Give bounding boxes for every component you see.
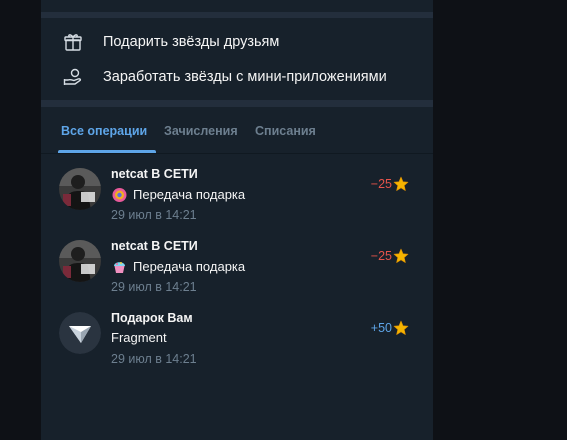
gift-stars-action[interactable]: Подарить звёзды друзьям xyxy=(41,25,433,59)
transaction-date: 29 июл в 14:21 xyxy=(111,352,197,366)
amount-value: +50 xyxy=(370,321,392,335)
transaction-subtitle-text: Передача подарка xyxy=(133,187,246,202)
transaction-subtitle-text: Передача подарка xyxy=(133,259,246,274)
transaction-row[interactable]: netcat В СЕТИ Передача подарка 29 июл в … xyxy=(41,232,433,294)
transaction-subtitle: Fragment xyxy=(111,330,167,345)
divider xyxy=(41,100,433,107)
amount-value: −25 xyxy=(370,177,392,191)
transaction-subtitle: Передача подарка xyxy=(111,186,245,203)
transaction-title: netcat В СЕТИ xyxy=(111,239,198,253)
earn-stars-action[interactable]: Заработать звёзды с мини-приложениями xyxy=(41,60,433,94)
transaction-subtitle: Передача подарка xyxy=(111,258,245,275)
transaction-date: 29 июл в 14:21 xyxy=(111,280,197,294)
active-tab-indicator xyxy=(58,150,156,153)
transaction-title: Подарок Вам xyxy=(111,311,193,325)
transaction-tabs: Все операции Зачисления Списания xyxy=(41,110,433,154)
amount-value: −25 xyxy=(370,249,392,263)
transaction-date: 29 июл в 14:21 xyxy=(111,208,197,222)
gift-ball-icon xyxy=(112,188,127,202)
transaction-subtitle-text: Fragment xyxy=(111,330,167,345)
transaction-amount: −25 xyxy=(371,176,409,192)
star-icon xyxy=(393,320,409,335)
gift-icon xyxy=(63,32,83,52)
tab-incoming[interactable]: Зачисления xyxy=(164,124,238,138)
stars-panel: Подарить звёзды друзьям Заработать звёзд… xyxy=(41,0,433,440)
star-icon xyxy=(393,248,409,263)
avatar xyxy=(59,168,101,210)
cupcake-icon xyxy=(114,262,125,273)
tab-outgoing[interactable]: Списания xyxy=(255,124,316,138)
tab-all-operations[interactable]: Все операции xyxy=(61,124,147,138)
star-icon xyxy=(393,176,409,191)
transaction-title: netcat В СЕТИ xyxy=(111,167,198,181)
avatar xyxy=(59,240,101,282)
divider xyxy=(41,12,433,18)
transaction-row[interactable]: netcat В СЕТИ Передача подарка 29 июл в … xyxy=(41,160,433,222)
fragment-logo xyxy=(59,312,101,354)
hand-coin-icon xyxy=(63,67,83,87)
earn-stars-label: Заработать звёзды с мини-приложениями xyxy=(103,69,387,85)
transaction-amount: −25 xyxy=(371,248,409,264)
gift-stars-label: Подарить звёзды друзьям xyxy=(103,34,280,50)
transaction-row[interactable]: Подарок Вам Fragment 29 июл в 14:21 +50 xyxy=(41,304,433,366)
transaction-amount: +50 xyxy=(371,320,409,336)
